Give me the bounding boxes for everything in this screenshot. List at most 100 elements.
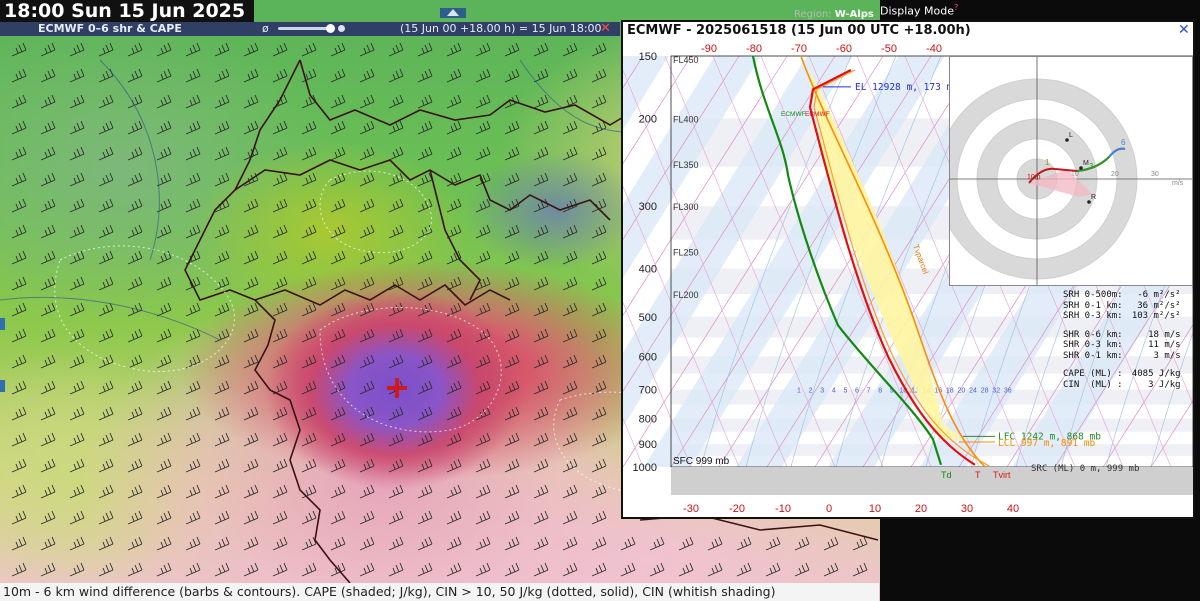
wind-barb <box>98 120 114 135</box>
top-temp-tick: -60 <box>836 43 852 55</box>
wind-barb <box>127 198 143 213</box>
wind-barb <box>475 146 491 161</box>
wind-barb <box>591 562 607 577</box>
opacity-slider-handle[interactable] <box>326 24 335 33</box>
wind-barb <box>11 68 27 83</box>
wind-barb <box>475 432 491 447</box>
forecast-time: (15 Jun 00 +18.00 h) = 15 Jun 18:00 <box>400 22 602 35</box>
wind-barb <box>272 42 288 57</box>
stat-row: CAPE (ML) : 4085 J/kg <box>1063 369 1181 380</box>
wind-barb <box>562 328 578 343</box>
wind-barb <box>649 562 665 577</box>
wind-barb <box>562 536 578 551</box>
wind-barb <box>533 432 549 447</box>
wind-barb <box>69 510 85 525</box>
wind-barb <box>214 120 230 135</box>
map-caption: 10m - 6 km wind difference (barbs & cont… <box>0 583 879 601</box>
td-label: Td <box>941 470 952 480</box>
opacity-slider[interactable] <box>278 27 330 30</box>
chevron-up-icon[interactable] <box>440 8 466 18</box>
wind-barb <box>591 406 607 421</box>
wind-barb <box>272 354 288 369</box>
wind-barb <box>214 328 230 343</box>
wind-barb <box>40 484 56 499</box>
wind-barb <box>156 120 172 135</box>
wind-barb <box>156 510 172 525</box>
stat-label: SHR 0-6 km: <box>1063 329 1123 340</box>
help-icon[interactable]: ? <box>954 3 958 12</box>
wind-barb <box>765 536 781 551</box>
wind-barb <box>707 536 723 551</box>
wind-barb <box>272 146 288 161</box>
wind-barb <box>185 120 201 135</box>
wind-barb <box>127 302 143 317</box>
height-mark: 3 <box>1089 162 1094 171</box>
mixing-ratio-label: 18 <box>946 388 954 395</box>
ring-label: 20 <box>1111 171 1119 178</box>
wind-barb <box>127 328 143 343</box>
wind-barb <box>562 172 578 187</box>
wind-barb <box>69 380 85 395</box>
wind-barb <box>40 562 56 577</box>
edge-tab[interactable] <box>0 380 5 392</box>
wind-barb <box>591 380 607 395</box>
wind-barb <box>40 94 56 109</box>
toggle-dot[interactable] <box>338 25 345 32</box>
wind-barb <box>214 94 230 109</box>
wind-barb <box>11 120 27 135</box>
mixing-ratio-label: 20 <box>958 388 966 395</box>
wind-barb <box>446 562 462 577</box>
wind-barb <box>69 302 85 317</box>
wind-barb <box>417 484 433 499</box>
wind-barb <box>359 94 375 109</box>
stat-value: 103 m²/s² <box>1131 311 1181 321</box>
region-value[interactable]: W-Alps <box>835 9 874 20</box>
wind-barb <box>504 562 520 577</box>
wind-barb <box>40 328 56 343</box>
wind-barb <box>243 68 259 83</box>
wind-barb <box>11 536 27 551</box>
wind-barb <box>475 484 491 499</box>
wind-barb <box>243 354 259 369</box>
wind-barb <box>301 380 317 395</box>
wind-barb <box>475 510 491 525</box>
wind-barb <box>40 198 56 213</box>
wind-barb <box>330 354 346 369</box>
wind-barb <box>446 432 462 447</box>
wind-barb <box>794 562 810 577</box>
close-layer-button[interactable]: ✕ <box>600 22 611 36</box>
edge-tab[interactable] <box>0 318 5 330</box>
wind-barb <box>69 172 85 187</box>
wind-barb <box>475 328 491 343</box>
wind-barb <box>301 458 317 473</box>
wind-barb <box>272 510 288 525</box>
wind-barb <box>359 276 375 291</box>
wind-barb <box>11 458 27 473</box>
region-selector[interactable]: Region: W-Alps <box>794 9 874 20</box>
wind-barb <box>40 536 56 551</box>
wind-barb <box>40 406 56 421</box>
mixing-ratio-label: 2 <box>809 388 813 395</box>
wind-barb <box>301 146 317 161</box>
wind-barb <box>185 536 201 551</box>
wind-barb <box>69 224 85 239</box>
wind-barb <box>156 458 172 473</box>
sounding-title: ECMWF - 2025061518 (15 Jun 00 UTC +18.00… <box>627 23 971 38</box>
wind-barb <box>301 484 317 499</box>
wind-barb <box>330 328 346 343</box>
wind-barb <box>301 42 317 57</box>
wind-barb <box>69 276 85 291</box>
display-mode-button[interactable]: Display Mode? <box>880 3 958 18</box>
close-sounding-button[interactable]: ✕ <box>1178 22 1190 38</box>
wind-barb <box>156 68 172 83</box>
wind-barb <box>301 198 317 213</box>
wind-barb <box>533 484 549 499</box>
wind-barb <box>359 484 375 499</box>
wind-barb <box>504 172 520 187</box>
wind-barb <box>388 120 404 135</box>
wind-barb <box>359 328 375 343</box>
wind-barb <box>562 406 578 421</box>
wind-barb <box>359 380 375 395</box>
pressure-label: 300 <box>639 201 657 213</box>
location-marker[interactable] <box>387 378 407 398</box>
